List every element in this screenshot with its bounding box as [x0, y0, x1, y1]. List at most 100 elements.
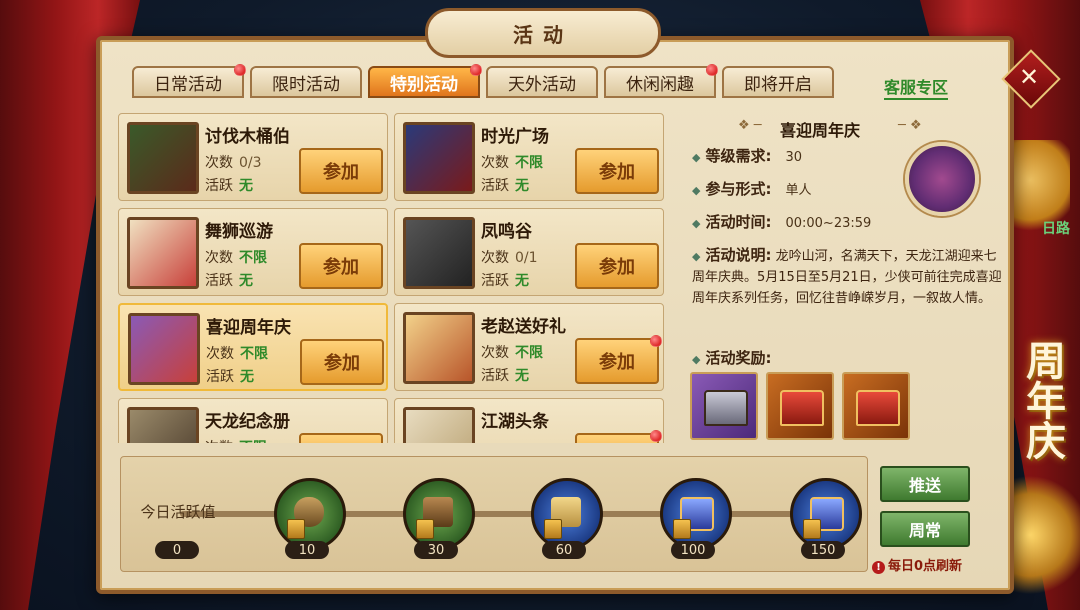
diamond-bullet-icon: ◆	[692, 217, 701, 230]
reward-heading: ◆ 活动奖励:	[692, 349, 772, 367]
activity-title: 讨伐木桶伯	[205, 127, 290, 147]
current-activeness-value: 0	[155, 541, 199, 559]
active-line: 活跃无	[481, 273, 529, 289]
milestone-reward[interactable]	[531, 478, 603, 550]
milestone-value: 150	[801, 541, 845, 559]
refresh-note: ! 每日0点刷新	[872, 555, 962, 574]
milestone-reward[interactable]	[274, 478, 346, 550]
lock-icon	[544, 519, 562, 539]
tab-upcoming[interactable]: 即将开启	[722, 66, 834, 98]
join-button[interactable]: 参加	[575, 335, 662, 384]
red-chest-icon	[856, 390, 900, 426]
activity-title: 凤鸣谷	[481, 222, 532, 242]
tab-label: 特别活动	[390, 74, 458, 95]
lock-icon	[803, 519, 821, 539]
join-button[interactable]: 参加	[575, 243, 659, 289]
notification-dot-icon	[650, 335, 662, 347]
count-line: 次数 0/1	[481, 250, 538, 266]
barrel-boss-icon	[127, 122, 199, 194]
participation-form: ◆ 参与形式: 单人	[692, 180, 812, 198]
activity-card[interactable]: 天龙纪念册 次数不限	[118, 398, 388, 443]
join-button[interactable]: 参加	[299, 243, 383, 289]
title-ornament-icon: ❖ ─	[738, 118, 762, 133]
join-button[interactable]	[299, 433, 383, 443]
milestone-reward[interactable]	[660, 478, 732, 550]
notification-dot-icon	[470, 64, 482, 76]
activity-list[interactable]: 讨伐木桶伯 次数 0/3 活跃无 参加 时光广场 次数 不限 活跃无 参加 舞狮巡游…	[118, 113, 666, 443]
milestone-value: 10	[285, 541, 329, 559]
activity-description: ◆ 活动说明: 龙吟山河，名满天下，天龙江湖迎来七周年庆典。5月15日至5月21日…	[692, 246, 1002, 306]
customer-service-link[interactable]: 客服专区	[884, 74, 949, 100]
count-line: 次数 0/3	[205, 155, 262, 171]
activity-card[interactable]: 讨伐木桶伯 次数 0/3 活跃无 参加	[118, 113, 388, 201]
active-line: 活跃无	[205, 178, 253, 194]
active-line: 活跃无	[481, 178, 529, 194]
join-button[interactable]: 参加	[300, 339, 384, 385]
anniversary-icon	[128, 313, 200, 385]
red-chest-icon	[780, 390, 824, 426]
milestone-reward[interactable]	[790, 478, 862, 550]
notification-dot-icon	[706, 64, 718, 76]
lock-icon	[287, 519, 305, 539]
join-button[interactable]: 参加	[575, 148, 659, 194]
milestone-value: 60	[542, 541, 586, 559]
silver-chest-icon	[704, 390, 748, 426]
tab-limited[interactable]: 限时活动	[250, 66, 362, 98]
tab-bar: 日常活动 限时活动 特别活动 天外活动 休闲闲趣 即将开启	[132, 64, 834, 100]
push-button[interactable]: 推送	[880, 466, 970, 502]
weekly-button[interactable]: 周常	[880, 511, 970, 547]
time-square-icon	[403, 122, 475, 194]
jianghu-headline-icon	[403, 407, 475, 443]
activity-card[interactable]: 凤鸣谷 次数 0/1 活跃无 参加	[394, 208, 664, 296]
lock-icon	[673, 519, 691, 539]
active-line: 活跃无	[205, 273, 253, 289]
level-requirement: ◆ 等级需求: 30	[692, 147, 803, 165]
tab-outer[interactable]: 天外活动	[486, 66, 598, 98]
activity-card[interactable]: 老赵送好礼 次数 不限 活跃无 参加	[394, 303, 664, 391]
window-title: 活动	[425, 8, 661, 58]
close-icon[interactable]: ✕	[1010, 58, 1048, 96]
old-zhao-gift-icon	[403, 312, 475, 384]
activity-card[interactable]: 舞狮巡游 次数 不限 活跃无 参加	[118, 208, 388, 296]
activity-card-selected[interactable]: 喜迎周年庆 次数 不限 活跃无 参加	[118, 303, 388, 391]
reward-slot[interactable]	[766, 372, 834, 440]
active-line: 活跃无	[206, 369, 254, 385]
join-button[interactable]: 参加	[299, 148, 383, 194]
activity-title: 江湖头条	[481, 412, 549, 432]
activity-medal-icon	[905, 142, 979, 216]
warning-icon: !	[872, 561, 885, 574]
title-ornament-icon: ─ ❖	[898, 118, 922, 133]
diamond-bullet-icon: ◆	[692, 250, 701, 263]
count-line: 次数不限	[481, 155, 543, 171]
memorial-book-icon	[127, 407, 199, 443]
milestone-reward[interactable]	[403, 478, 475, 550]
notification-dot-icon	[650, 430, 662, 442]
tab-daily[interactable]: 日常活动	[132, 64, 246, 98]
lion-dance-icon	[127, 217, 199, 289]
diamond-bullet-icon: ◆	[692, 151, 701, 164]
side-hint-text: 日路	[1042, 221, 1070, 237]
detail-title: 喜迎周年庆	[780, 121, 861, 140]
activity-title: 天龙纪念册	[205, 412, 290, 432]
reward-slot[interactable]	[842, 372, 910, 440]
tab-special[interactable]: 特别活动	[368, 64, 482, 98]
reward-slot[interactable]	[690, 372, 758, 440]
activity-title: 喜迎周年庆	[206, 318, 291, 338]
activity-card[interactable]: 江湖头条	[394, 398, 664, 443]
lock-icon	[416, 519, 434, 539]
count-line: 次数不限	[481, 345, 543, 361]
milestone-value: 100	[671, 541, 715, 559]
diamond-bullet-icon: ◆	[692, 353, 701, 366]
active-line: 活跃无	[481, 368, 529, 384]
count-line: 次数不限	[206, 346, 268, 362]
activity-card[interactable]: 时光广场 次数 不限 活跃无 参加	[394, 113, 664, 201]
tab-label: 休闲闲趣	[626, 74, 694, 95]
count-line: 次数不限	[205, 437, 267, 443]
tab-label: 即将开启	[744, 74, 812, 95]
diamond-bullet-icon: ◆	[692, 184, 701, 197]
activity-time: ◆ 活动时间: 00:00~23:59	[692, 213, 872, 231]
activity-title: 舞狮巡游	[205, 222, 273, 242]
join-button[interactable]	[575, 430, 662, 443]
tab-leisure[interactable]: 休闲闲趣	[604, 64, 718, 98]
phoenix-valley-icon	[403, 217, 475, 289]
